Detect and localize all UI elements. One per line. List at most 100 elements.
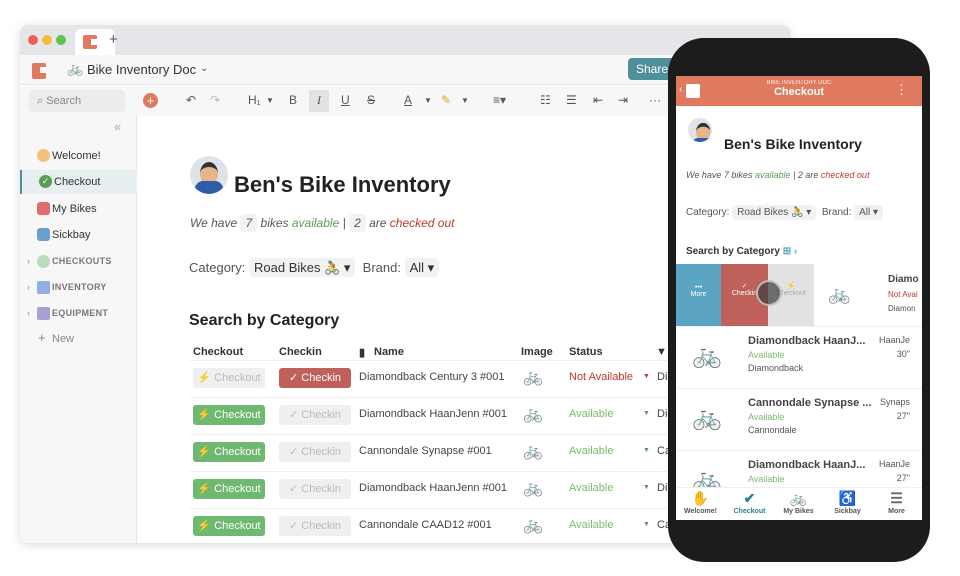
column-header-image[interactable]: Image: [521, 346, 553, 358]
tab-sickbay[interactable]: ♿ Sickbay: [823, 488, 872, 520]
italic-button[interactable]: I: [309, 90, 329, 112]
checkin-button[interactable]: ✓ Checkin: [279, 368, 351, 388]
sidebar-new-button[interactable]: + New: [20, 327, 137, 351]
status-badge[interactable]: Available: [569, 408, 613, 420]
bike-name: Cannondale CAAD12 #001: [359, 519, 492, 531]
table-icon: [37, 281, 50, 294]
checkout-button[interactable]: ⚡ Checkout: [193, 405, 265, 425]
new-label: New: [52, 333, 75, 345]
outdent-icon[interactable]: ⇤: [593, 93, 603, 107]
page-title: Ben's Bike Inventory: [234, 172, 451, 197]
bike-image: 🚲: [523, 406, 543, 423]
tab-more[interactable]: ☰ More: [872, 488, 921, 520]
chevron-down-icon[interactable]: ⌄: [200, 63, 208, 74]
sidebar-item-sickbay[interactable]: Sickbay: [20, 223, 137, 247]
sidebar-section-checkouts[interactable]: › CHECKOUTS: [20, 250, 137, 274]
caret-down-icon[interactable]: ▼: [643, 373, 650, 380]
caret-down-icon[interactable]: ▼: [643, 447, 650, 454]
category-select[interactable]: Road Bikes 🚴 ▾: [249, 258, 356, 277]
swipe-row[interactable]: ••• More ✓ Checkin ⚡ Checkout 🚲 Diamo Not A…: [676, 264, 922, 326]
more-icon[interactable]: ···: [649, 93, 661, 107]
checkout-button[interactable]: ⚡ Checkout: [193, 479, 265, 499]
sidebar-section-label: CHECKOUTS: [52, 256, 112, 266]
status-badge[interactable]: Available: [569, 519, 613, 531]
highlight-icon[interactable]: ✎: [441, 93, 451, 107]
caret-down-icon[interactable]: ▼: [643, 521, 650, 528]
brand-label: Brand:: [362, 260, 401, 275]
filter-icon[interactable]: ▼: [656, 346, 667, 358]
caret-down-icon[interactable]: ▼: [424, 96, 432, 105]
row-model: HaanJe: [878, 459, 910, 469]
indent-icon[interactable]: ⇥: [618, 93, 628, 107]
coda-logo-icon[interactable]: [32, 63, 46, 79]
undo-icon[interactable]: ↶: [186, 93, 196, 107]
close-dot[interactable]: [28, 35, 38, 45]
phone-header: ‹ BIKE INVENTORY DOC Checkout ⋮: [676, 76, 922, 106]
bulleted-list-icon[interactable]: ☷: [540, 93, 551, 107]
row-brand: Diamondback: [748, 363, 804, 373]
tab-welcome[interactable]: ✋ Welcome!: [676, 488, 725, 520]
status-badge[interactable]: Available: [569, 445, 613, 457]
sidebar-item-checkout[interactable]: ✓ Checkout: [20, 170, 137, 194]
numbered-list-icon[interactable]: ☰: [566, 93, 577, 107]
tab-checkout[interactable]: ✔ Checkout: [725, 488, 774, 520]
checkin-button[interactable]: ✓ Checkin: [279, 516, 351, 536]
font-color-button[interactable]: A: [404, 93, 412, 107]
tab-label: Checkout: [733, 508, 766, 515]
mechanic-icon: ♿: [838, 490, 857, 506]
phone-summary: We have 7 bikes available | 2 are checke…: [686, 170, 870, 180]
brand-select[interactable]: All ▾: [404, 258, 440, 277]
brand-select[interactable]: All ▾: [854, 205, 884, 220]
bike-image: 🚲: [523, 369, 543, 386]
sidebar-section-inventory[interactable]: › INVENTORY: [20, 276, 137, 300]
phone-title: Ben's Bike Inventory: [724, 136, 862, 152]
bike-image: 🚲: [692, 404, 722, 431]
checkout-button[interactable]: ⚡ Checkout: [193, 368, 265, 388]
plus-icon: +: [38, 330, 46, 345]
status-badge[interactable]: Not Available: [569, 371, 633, 383]
checkout-button[interactable]: ⚡ Checkout: [193, 516, 265, 536]
sidebar-item-my-bikes[interactable]: My Bikes: [20, 197, 137, 221]
collapse-sidebar-icon[interactable]: «: [114, 119, 121, 134]
list-item[interactable]: 🚲 Cannondale Synapse ... Available Canno…: [676, 388, 922, 450]
checkout-button[interactable]: ⚡ Checkout: [193, 442, 265, 462]
column-header-checkout[interactable]: Checkout: [193, 346, 243, 358]
maximize-dot[interactable]: [56, 35, 66, 45]
column-header-status[interactable]: Status: [569, 346, 603, 358]
bike-icon: 🚲: [789, 490, 808, 506]
status-badge[interactable]: Available: [569, 482, 613, 494]
column-header-checkin[interactable]: Checkin: [279, 346, 322, 358]
new-tab-button[interactable]: +: [109, 31, 118, 48]
column-header-name[interactable]: Name: [374, 346, 404, 358]
browser-tab-bar: +: [20, 25, 790, 55]
summary-line: We have 7 bikes available | 2 are checke…: [190, 214, 455, 232]
list-item[interactable]: 🚲 Diamondback HaanJ... Available Diamond…: [676, 326, 922, 388]
sidebar-item-welcome[interactable]: Welcome!: [20, 144, 137, 168]
align-icon[interactable]: ≡▾: [493, 93, 506, 107]
search-input[interactable]: ⌕ Search: [29, 90, 125, 112]
tab-label: More: [888, 508, 905, 515]
heading-button[interactable]: H₁: [248, 93, 261, 107]
checkin-button[interactable]: ✓ Checkin: [279, 479, 351, 499]
caret-down-icon[interactable]: ▼: [461, 96, 469, 105]
redo-icon[interactable]: ↷: [210, 93, 220, 107]
checkin-button[interactable]: ✓ Checkin: [279, 405, 351, 425]
underline-button[interactable]: U: [341, 93, 350, 107]
row-model: HaanJe: [878, 335, 910, 345]
swipe-more-button[interactable]: ••• More: [676, 264, 721, 326]
sidebar-section-equipment[interactable]: › EQUIPMENT: [20, 302, 137, 326]
more-vertical-icon[interactable]: ⋮: [895, 82, 908, 98]
tab-my-bikes[interactable]: 🚲 My Bikes: [774, 488, 823, 520]
caret-down-icon[interactable]: ▼: [643, 484, 650, 491]
add-icon[interactable]: +: [143, 93, 158, 108]
caret-down-icon[interactable]: ▼: [266, 96, 274, 105]
wave-icon: ✋: [691, 490, 710, 506]
bold-button[interactable]: B: [289, 93, 297, 107]
strikethrough-button[interactable]: S: [367, 93, 375, 107]
checkin-button[interactable]: ✓ Checkin: [279, 442, 351, 462]
caret-down-icon[interactable]: ▼: [643, 410, 650, 417]
category-select[interactable]: Road Bikes 🚴 ▾: [732, 205, 817, 220]
doc-title[interactable]: Bike Inventory Doc: [87, 62, 196, 77]
minimize-dot[interactable]: [42, 35, 52, 45]
table-row: ⚡ Checkout ✓ Checkin Diamondback HaanJen…: [190, 397, 720, 434]
